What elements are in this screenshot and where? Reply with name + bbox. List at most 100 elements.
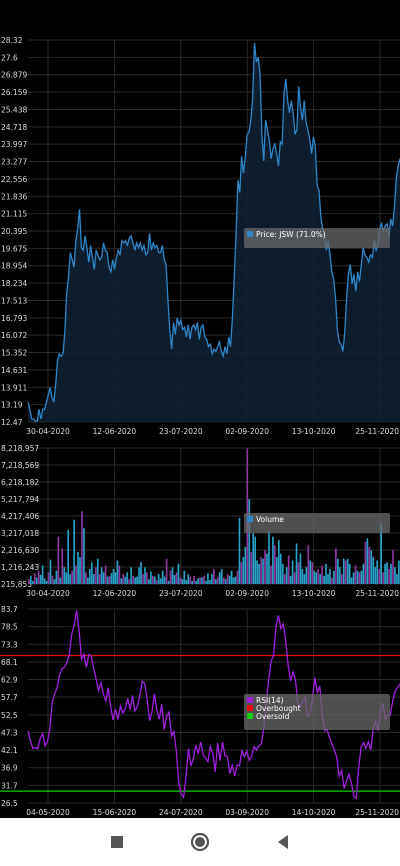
volume-bar	[297, 562, 300, 584]
recents-icon[interactable]	[104, 830, 130, 854]
y-tick-label: 18.234	[1, 279, 27, 288]
volume-bar	[329, 568, 331, 584]
y-tick-label: 16.072	[1, 331, 27, 340]
volume-bar	[244, 546, 247, 584]
volume-bar	[262, 558, 264, 584]
volume-bar	[220, 568, 223, 584]
legend-label: Oversold	[256, 712, 290, 721]
volume-bar	[279, 553, 282, 584]
volume-bar	[289, 575, 292, 584]
home-icon[interactable]	[187, 830, 213, 854]
volume-bar	[189, 576, 192, 584]
y-tick-label: 42.1	[1, 746, 18, 755]
y-tick-label: 73.3	[1, 640, 18, 649]
y-tick-label: 5,217,794	[1, 495, 39, 504]
y-tick-label: 16.793	[1, 314, 27, 323]
volume-bar	[90, 562, 93, 584]
volume-bar	[150, 571, 152, 584]
legend-label: Price: JSW (71.0%)	[256, 230, 326, 239]
volume-bar	[218, 572, 221, 584]
volume-bar	[346, 558, 349, 584]
volume-bar	[134, 577, 136, 584]
volume-bar	[301, 568, 304, 584]
volume-bar	[376, 560, 379, 584]
volume-bar	[394, 567, 396, 584]
y-tick-label: 27.6	[1, 53, 18, 62]
volume-bar	[281, 563, 284, 584]
x-tick-label: 13-10-2020	[292, 427, 336, 436]
volume-bar	[35, 577, 38, 584]
volume-bar	[295, 543, 298, 584]
volume-bar	[236, 570, 239, 584]
x-tick-label: 25-11-2020	[355, 589, 399, 598]
volume-bar	[331, 577, 333, 584]
volume-bar	[130, 567, 133, 584]
volume-bar	[382, 572, 384, 584]
volume-bar	[193, 575, 196, 584]
volume-bar	[356, 570, 359, 584]
volume-bar	[181, 579, 184, 584]
volume-bar	[116, 560, 119, 584]
volume-bar	[325, 563, 327, 584]
volume-bar	[396, 574, 398, 584]
y-tick-label: 83.7	[1, 605, 18, 614]
volume-bar	[53, 579, 56, 584]
volume-bar	[293, 572, 296, 584]
x-tick-label: 30-04-2020	[26, 589, 70, 598]
x-tick-label: 25-11-2020	[355, 808, 399, 817]
y-tick-label: 23.277	[1, 158, 27, 167]
legend-label: Volume	[256, 515, 284, 524]
y-tick-label: 23.997	[1, 140, 27, 149]
volume-bar	[366, 538, 369, 584]
volume-bar	[29, 575, 32, 584]
x-tick-label: 13-10-2020	[292, 589, 336, 598]
x-tick-label: 15-06-2020	[93, 808, 137, 817]
volume-bar	[319, 574, 321, 584]
volume-bar	[61, 548, 64, 584]
volume-bar	[252, 533, 255, 584]
volume-bar	[106, 576, 109, 584]
volume-bar	[374, 567, 377, 584]
volume-bar	[132, 575, 134, 584]
volume-bar	[354, 565, 357, 584]
volume-bar	[69, 574, 72, 584]
volume-bar	[307, 545, 310, 584]
x-tick-label: 30-04-2020	[26, 427, 70, 436]
back-icon[interactable]	[270, 830, 296, 854]
x-tick-label: 02-09-2020	[225, 589, 269, 598]
volume-bar	[358, 572, 361, 584]
volume-bar	[183, 570, 186, 584]
volume-bar	[81, 511, 83, 584]
volume-bar	[110, 573, 113, 584]
y-tick-label: 26.5	[1, 799, 18, 808]
volume-bar	[256, 560, 258, 584]
volume-bar	[57, 536, 60, 584]
y-tick-label: 21.115	[1, 210, 27, 219]
volume-bar	[264, 550, 266, 584]
volume-bar	[195, 580, 197, 584]
y-tick-label: 21.836	[1, 192, 27, 201]
volume-bar	[55, 570, 58, 584]
volume-bar	[98, 574, 101, 584]
volume-bar	[148, 579, 150, 584]
volume-bar	[258, 563, 260, 584]
volume-bar	[171, 567, 174, 584]
y-tick-label: 1,216,243	[1, 563, 39, 572]
volume-bar	[85, 572, 87, 584]
y-tick-label: 14.631	[1, 366, 27, 375]
volume-bar	[205, 580, 207, 584]
y-tick-label: 3,217,018	[1, 529, 39, 538]
volume-bar	[187, 574, 190, 584]
volume-bar	[169, 570, 172, 584]
volume-bar	[140, 562, 142, 584]
legend-swatch	[247, 231, 253, 237]
volume-bar	[311, 562, 314, 584]
x-tick-label: 12-06-2020	[93, 589, 137, 598]
chart-panel-3: 83.7 78.5 73.3 68.1 62.9 57.7 52.5 47.3 42.1 36.9…	[0, 605, 400, 817]
y-tick-label: 7,218,569	[1, 461, 39, 470]
volume-bar	[75, 565, 77, 584]
volume-bar	[175, 572, 178, 584]
y-tick-label: 12.47	[1, 418, 23, 427]
volume-bar	[285, 567, 288, 584]
volume-bar	[327, 574, 329, 584]
